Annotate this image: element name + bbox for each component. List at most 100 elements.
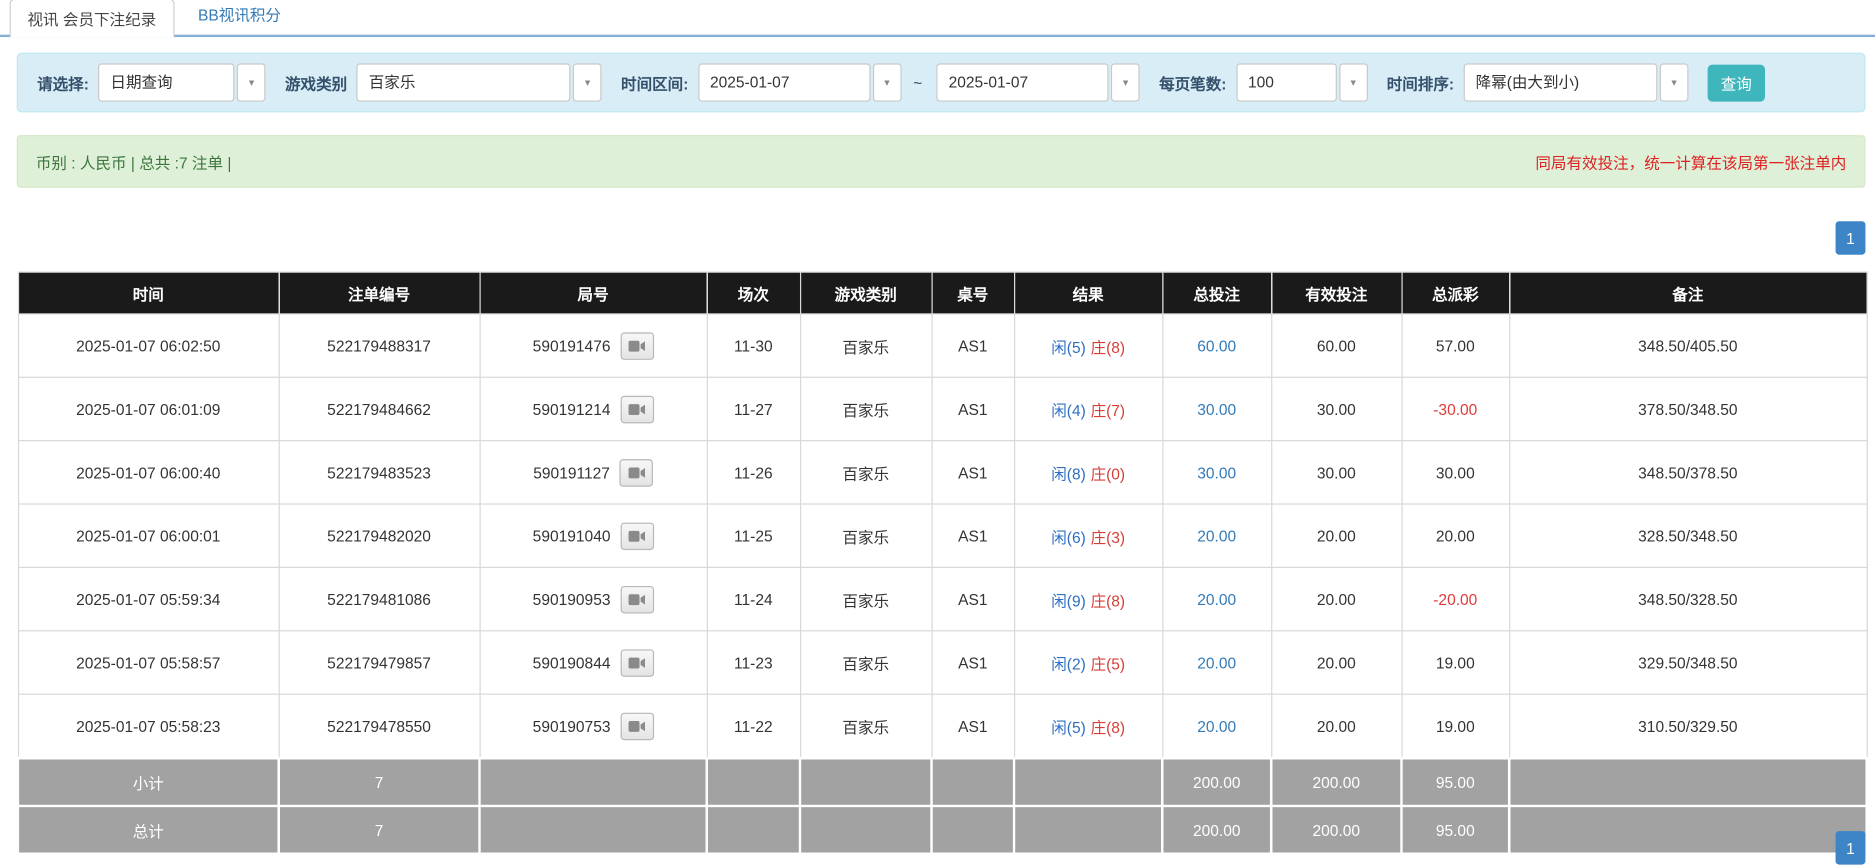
cell-remark: 348.50/328.50	[1509, 567, 1867, 630]
video-replay-button[interactable]	[620, 395, 653, 423]
chevron-down-icon[interactable]: ▾	[573, 63, 602, 101]
result-player: 闲(8)	[1051, 465, 1086, 483]
subtotal-valid-bet: 200.00	[1271, 758, 1401, 806]
header-valid-bet: 有效投注	[1271, 272, 1401, 314]
cell-round-id: 590191476	[480, 314, 707, 377]
date-from-select[interactable]: 2025-01-07 ▾	[698, 63, 901, 101]
result-player: 闲(2)	[1051, 655, 1086, 673]
video-replay-button[interactable]	[620, 585, 653, 613]
tab-bb-video-points[interactable]: BB视讯积分	[181, 0, 297, 35]
video-camera-icon	[628, 402, 646, 415]
result-player: 闲(9)	[1051, 591, 1086, 609]
cell-result: 闲(2)庄(5)	[1014, 631, 1162, 694]
bet-table-body: 2025-01-07 06:02:50522179488317590191476…	[18, 314, 1867, 758]
round-id-text: 590190753	[533, 717, 611, 735]
video-camera-icon	[628, 593, 646, 606]
game-category-value: 百家乐	[357, 63, 571, 101]
video-replay-button[interactable]	[620, 332, 653, 360]
subtotal-row: 小计 7 200.00 200.00 95.00	[18, 758, 1867, 806]
cell-payout: 57.00	[1401, 314, 1509, 377]
video-replay-button[interactable]	[620, 522, 653, 550]
round-id-text: 590191127	[533, 463, 610, 481]
cell-result: 闲(6)庄(3)	[1014, 504, 1162, 567]
cell-payout: 20.00	[1401, 504, 1509, 567]
cell-table-no: AS1	[932, 631, 1015, 694]
chevron-down-icon[interactable]: ▾	[1111, 63, 1140, 101]
cell-result: 闲(5)庄(8)	[1014, 694, 1162, 758]
summary-bar: 币别 : 人民币 | 总共 :7 注单 | 同局有效投注，统一计算在该局第一张注…	[17, 135, 1866, 188]
cell-result: 闲(5)庄(8)	[1014, 314, 1162, 377]
video-replay-button[interactable]	[620, 712, 653, 740]
cell-table-no: AS1	[932, 377, 1015, 440]
chevron-down-icon[interactable]: ▾	[237, 63, 266, 101]
video-camera-icon	[628, 339, 646, 352]
cell-table-no: AS1	[932, 441, 1015, 504]
search-button[interactable]: 查询	[1708, 64, 1765, 101]
table-row: 2025-01-07 06:00:40522179483523590191127…	[18, 441, 1867, 504]
cell-round-id: 590190953	[480, 567, 707, 630]
total-bet-link[interactable]: 30.00	[1197, 463, 1236, 481]
header-time: 时间	[18, 272, 279, 314]
cell-remark: 329.50/348.50	[1509, 631, 1867, 694]
sort-order-select[interactable]: 降幂(由大到小) ▾	[1464, 63, 1689, 101]
cell-table-no: AS1	[932, 567, 1015, 630]
cell-bet-id: 522179483523	[279, 441, 480, 504]
cell-time: 2025-01-07 06:00:01	[18, 504, 279, 567]
video-camera-icon	[628, 656, 646, 669]
total-bet-link[interactable]: 20.00	[1197, 527, 1236, 545]
cell-total-bet: 20.00	[1162, 631, 1271, 694]
total-bet-link[interactable]: 20.00	[1197, 590, 1236, 608]
cell-time: 2025-01-07 05:58:23	[18, 694, 279, 758]
cell-payout: 30.00	[1401, 441, 1509, 504]
total-bet-link[interactable]: 20.00	[1197, 717, 1236, 735]
result-banker: 庄(8)	[1091, 718, 1126, 736]
cell-valid-bet: 30.00	[1271, 441, 1401, 504]
chevron-down-icon[interactable]: ▾	[1339, 63, 1368, 101]
cell-total-bet: 20.00	[1162, 694, 1271, 758]
page-1-button-bottom[interactable]: 1	[1836, 831, 1866, 864]
cell-game-category: 百家乐	[800, 631, 932, 694]
subtotal-payout: 95.00	[1401, 758, 1509, 806]
cell-game-category: 百家乐	[800, 377, 932, 440]
table-row: 2025-01-07 06:01:09522179484662590191214…	[18, 377, 1867, 440]
cell-total-bet: 60.00	[1162, 314, 1271, 377]
page-size-select[interactable]: 100 ▾	[1236, 63, 1368, 101]
game-category-select[interactable]: 百家乐 ▾	[357, 63, 602, 101]
total-bet-link[interactable]: 20.00	[1197, 654, 1236, 672]
cell-table-no: AS1	[932, 314, 1015, 377]
cell-time: 2025-01-07 06:01:09	[18, 377, 279, 440]
cell-session: 11-25	[707, 504, 800, 567]
total-bet-link[interactable]: 60.00	[1197, 337, 1236, 355]
total-bet-link[interactable]: 30.00	[1197, 400, 1236, 418]
time-range-label: 时间区间:	[621, 71, 688, 94]
cell-game-category: 百家乐	[800, 694, 932, 758]
header-total-bet: 总投注	[1162, 272, 1271, 314]
video-replay-button[interactable]	[619, 459, 652, 487]
chevron-down-icon[interactable]: ▾	[1660, 63, 1689, 101]
cell-total-bet: 20.00	[1162, 504, 1271, 567]
header-payout: 总派彩	[1401, 272, 1509, 314]
query-type-select[interactable]: 日期查询 ▾	[98, 63, 265, 101]
result-player: 闲(5)	[1051, 338, 1086, 356]
subtotal-label: 小计	[18, 758, 279, 806]
query-type-value: 日期查询	[98, 63, 234, 101]
cell-session: 11-27	[707, 377, 800, 440]
table-row: 2025-01-07 05:58:57522179479857590190844…	[18, 631, 1867, 694]
cell-bet-id: 522179482020	[279, 504, 480, 567]
cell-total-bet: 30.00	[1162, 441, 1271, 504]
cell-result: 闲(4)庄(7)	[1014, 377, 1162, 440]
date-to-select[interactable]: 2025-01-07 ▾	[937, 63, 1140, 101]
select-type-label: 请选择:	[37, 71, 89, 94]
tab-video-bet-records[interactable]: 视讯 会员下注纪录	[10, 0, 175, 37]
page-1-button[interactable]: 1	[1836, 221, 1866, 254]
bet-records-table: 时间 注单编号 局号 场次 游戏类别 桌号 结果 总投注 有效投注 总派彩 备注…	[17, 271, 1868, 855]
chevron-down-icon[interactable]: ▾	[873, 63, 902, 101]
video-replay-button[interactable]	[620, 649, 653, 677]
result-banker: 庄(3)	[1091, 528, 1126, 546]
video-camera-icon	[628, 529, 646, 542]
round-id-text: 590190953	[533, 590, 611, 608]
round-id-text: 590191476	[533, 337, 611, 355]
header-result: 结果	[1014, 272, 1162, 314]
cell-time: 2025-01-07 05:58:57	[18, 631, 279, 694]
cell-payout: 19.00	[1401, 631, 1509, 694]
